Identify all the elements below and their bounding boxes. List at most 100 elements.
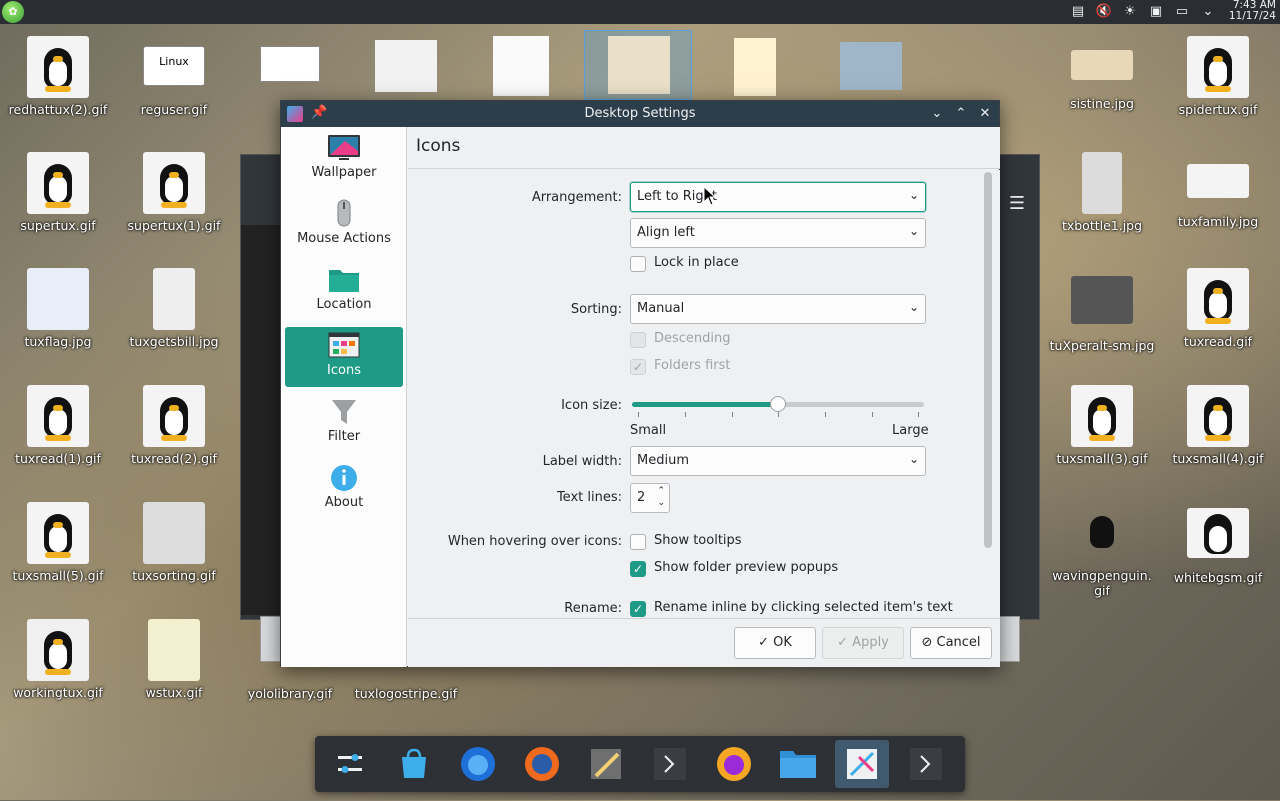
- desktop-icon[interactable]: tuxfamily.jpg: [1162, 164, 1274, 229]
- image-thumbnail[interactable]: [375, 40, 437, 92]
- folder-icon: [327, 265, 361, 295]
- desktop-icon[interactable]: tuxread(2).gif: [118, 385, 230, 466]
- volume-muted-icon[interactable]: 🔇: [1094, 2, 1114, 22]
- chevron-up-icon[interactable]: ⌃: [657, 486, 665, 496]
- sidebar-item-about[interactable]: About: [285, 459, 403, 519]
- konsole-terminal-icon[interactable]: [899, 740, 953, 788]
- text-editor-icon[interactable]: [579, 740, 633, 788]
- desktop-icon[interactable]: tuxread.gif: [1162, 268, 1274, 349]
- desktop-icon-label: tuxread.gif: [1183, 334, 1253, 349]
- desktop-icon[interactable]: tuxsmall(5).gif: [2, 502, 114, 583]
- desktop-icon[interactable]: sistine.jpg: [1046, 50, 1158, 111]
- chevron-down-icon[interactable]: ⌄: [1198, 2, 1218, 22]
- system-settings-icon[interactable]: [323, 740, 377, 788]
- chevron-down-icon[interactable]: ⌄: [657, 498, 665, 508]
- desktop-icon[interactable]: txbottle1.jpg: [1046, 152, 1158, 233]
- slider-handle[interactable]: [770, 396, 786, 412]
- ok-button[interactable]: ✓ OK: [734, 627, 816, 659]
- desktop-settings-task-icon[interactable]: [835, 740, 889, 788]
- desktop-icon[interactable]: supertux.gif: [2, 152, 114, 233]
- image-thumbnail[interactable]: [840, 42, 902, 90]
- brightness-icon[interactable]: ☀: [1120, 2, 1140, 22]
- application-launcher-icon[interactable]: ✿: [2, 1, 24, 23]
- desktop-icon[interactable]: spidertux.gif: [1162, 36, 1274, 117]
- desktop-icon[interactable]: whitebgsm.gif: [1162, 508, 1274, 585]
- sidebar-item-mouse-actions[interactable]: Mouse Actions: [285, 195, 403, 255]
- desktop-icon[interactable]: yololibrary.gif: [234, 666, 346, 701]
- apply-button[interactable]: ✓ Apply: [822, 627, 904, 659]
- sorting-value: Manual: [637, 301, 685, 316]
- firefox-icon[interactable]: [515, 740, 569, 788]
- desktop-icon-label: wavingpenguin. gif: [1052, 568, 1152, 598]
- desktop-icon[interactable]: Linux reguser.gif: [118, 46, 230, 117]
- sidebar-item-wallpaper[interactable]: Wallpaper: [285, 129, 403, 189]
- maximize-chevron-up-icon[interactable]: ⌃: [951, 104, 971, 124]
- sidebar-item-label: Filter: [327, 429, 361, 444]
- titlebar[interactable]: 📌 Desktop Settings ⌄ ⌃ ✕: [281, 101, 999, 127]
- checkbox-label: Show tooltips: [654, 533, 742, 548]
- sorting-combobox[interactable]: Manual ⌄: [630, 294, 926, 324]
- sidebar-item-icons[interactable]: Icons: [285, 327, 403, 387]
- cancel-icon: ⊘: [921, 635, 933, 650]
- discover-store-icon[interactable]: [387, 740, 441, 788]
- desktop-icon[interactable]: tuxsmall(3).gif: [1046, 385, 1158, 466]
- close-icon[interactable]: ✕: [975, 104, 995, 124]
- desktop-icon-label: yololibrary.gif: [247, 686, 333, 701]
- desktop-icon[interactable]: wstux.gif: [118, 619, 230, 700]
- slider-tick: [778, 412, 779, 417]
- firefox-nightly-icon[interactable]: [707, 740, 761, 788]
- cancel-button[interactable]: ⊘ Cancel: [910, 627, 992, 659]
- desktop-icon[interactable]: workingtux.gif: [2, 619, 114, 700]
- vertical-scrollbar[interactable]: [984, 172, 992, 548]
- sidebar-item-location[interactable]: Location: [285, 261, 403, 321]
- desktop-icon[interactable]: tuxlogostripe.gif: [350, 666, 462, 701]
- desktop-icon[interactable]: redhattux(2).gif: [2, 36, 114, 117]
- ok-button-label: OK: [773, 635, 792, 650]
- label-width-combobox[interactable]: Medium ⌄: [630, 446, 926, 476]
- network-icon[interactable]: ▭: [1172, 2, 1192, 22]
- storage-icon[interactable]: ▣: [1146, 2, 1166, 22]
- desktop-icon-label: workingtux.gif: [13, 685, 103, 700]
- checkbox-label: Lock in place: [654, 255, 739, 270]
- slider-tick: [732, 412, 733, 417]
- image-thumbnail[interactable]: [493, 36, 549, 96]
- desktop-icon-label: tuxfamily.jpg: [1177, 214, 1259, 229]
- konsole-terminal-icon[interactable]: [643, 740, 697, 788]
- sorting-label: Sorting:: [570, 302, 622, 317]
- label-width-value: Medium: [637, 453, 689, 468]
- desktop-icon[interactable]: tuxgetsbill.jpg: [118, 268, 230, 349]
- scrollbar-thumb[interactable]: [984, 172, 992, 548]
- chevron-down-icon: ⌄: [908, 452, 919, 466]
- arrangement-combobox[interactable]: Left to Right ⌄: [630, 182, 926, 212]
- menu-icon[interactable]: ☰: [1009, 193, 1025, 214]
- terminal-area: [241, 225, 281, 615]
- sidebar-item-filter[interactable]: Filter: [285, 393, 403, 453]
- top-panel: ✿ ▤ 🔇 ☀ ▣ ▭ ⌄ 7:43 AM 11/17/24: [0, 0, 1280, 24]
- icon-size-slider[interactable]: [630, 392, 926, 428]
- alignment-combobox[interactable]: Align left ⌄: [630, 218, 926, 248]
- task-manager-dock: [315, 736, 965, 792]
- desktop-icon[interactable]: tuxsmall(4).gif: [1162, 385, 1274, 466]
- image-thumbnail: [1071, 276, 1133, 324]
- file-manager-icon[interactable]: [771, 740, 825, 788]
- info-icon: [327, 463, 361, 493]
- image-thumbnail[interactable]: [960, 36, 1014, 98]
- slider-tick: [638, 412, 639, 417]
- desktop-icon[interactable]: wavingpenguin. gif: [1046, 514, 1158, 598]
- desktop-icon[interactable]: tuxread(1).gif: [2, 385, 114, 466]
- firefox-developer-icon[interactable]: [451, 740, 505, 788]
- text-lines-spinbox[interactable]: 2 ⌃ ⌄: [630, 483, 670, 513]
- image-thumbnail[interactable]: [734, 38, 776, 96]
- minimize-chevron-down-icon[interactable]: ⌄: [927, 104, 947, 124]
- checkmark-icon: ✓: [630, 359, 646, 375]
- clock[interactable]: 7:43 AM 11/17/24: [1220, 0, 1276, 22]
- desktop-icon[interactable]: tuXperalt-sm.jpg: [1046, 276, 1158, 353]
- clipboard-icon[interactable]: ▤: [1068, 2, 1088, 22]
- desktop-icon[interactable]: supertux(1).gif: [118, 152, 230, 233]
- desktop-icon[interactable]: tuxflag.jpg: [2, 268, 114, 349]
- cancel-button-label: Cancel: [936, 635, 981, 650]
- desktop-icon-label: tuxsmall(5).gif: [12, 568, 104, 583]
- image-thumbnail[interactable]: [608, 36, 670, 94]
- image-thumbnail[interactable]: [260, 46, 320, 82]
- desktop-icon[interactable]: tuxsorting.gif: [118, 502, 230, 583]
